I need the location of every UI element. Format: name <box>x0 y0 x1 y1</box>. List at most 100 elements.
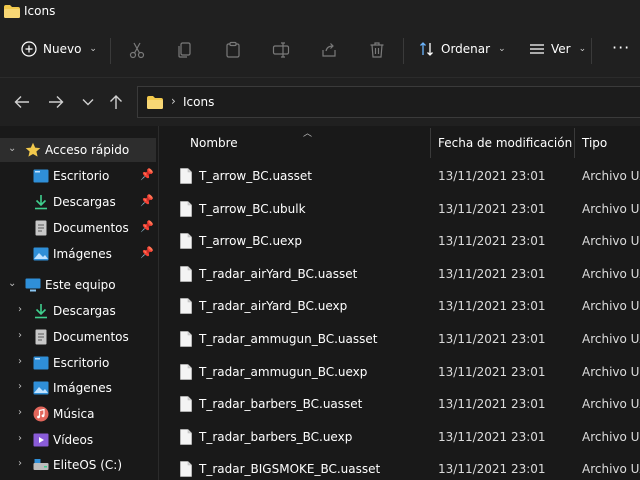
chevron-right-icon[interactable]: › <box>18 330 22 341</box>
rename-icon[interactable] <box>272 41 290 59</box>
sidebar-item-label: Imágenes <box>53 381 112 395</box>
file-row[interactable]: T_arrow_BC.uexp 13/11/2021 23:01 Archivo… <box>159 225 640 257</box>
file-icon <box>180 233 192 249</box>
file-name: T_radar_ammugun_BC.uexp <box>199 365 368 379</box>
back-arrow-icon[interactable] <box>14 95 30 109</box>
sidebar-item-quick-desktop[interactable]: Escritorio 📌 <box>0 164 156 188</box>
delete-icon[interactable] <box>368 41 386 59</box>
sidebar-item-pc-documents[interactable]: › Documentos <box>0 325 156 349</box>
sidebar-item-pc-drive-c[interactable]: › EliteOS (C:) <box>0 453 156 477</box>
chevron-down-icon[interactable]: ⌄ <box>8 143 16 154</box>
chevron-right-icon[interactable]: › <box>18 407 22 418</box>
pin-icon: 📌 <box>140 168 154 181</box>
sidebar-item-quick-downloads[interactable]: Descargas 📌 <box>0 190 156 214</box>
new-button[interactable]: Nuevo ⌄ <box>21 41 97 57</box>
file-row[interactable]: T_radar_BIGSMOKE_BC.uasset 13/11/2021 23… <box>159 453 640 480</box>
sidebar-item-pc-desktop[interactable]: › Escritorio <box>0 351 156 375</box>
sidebar-item-pc-pictures[interactable]: › Imágenes <box>0 376 156 400</box>
column-divider[interactable] <box>430 128 431 158</box>
sidebar-item-label: Documentos <box>53 330 129 344</box>
download-icon <box>35 304 47 319</box>
file-row[interactable]: T_radar_airYard_BC.uexp 13/11/2021 23:01… <box>159 290 640 322</box>
file-icon <box>180 461 192 477</box>
chevron-right-icon[interactable]: › <box>18 433 22 444</box>
sidebar-item-label: Descargas <box>53 304 116 318</box>
column-header-date[interactable]: Fecha de modificación <box>438 136 572 150</box>
forward-arrow-icon[interactable] <box>48 95 64 109</box>
view-label: Ver <box>551 42 571 56</box>
sidebar-item-pc-downloads[interactable]: › Descargas <box>0 299 156 323</box>
file-date-modified: 13/11/2021 23:01 <box>438 234 546 248</box>
sidebar-item-quick-access[interactable]: ⌄ Acceso rápido <box>0 138 156 162</box>
column-header-type[interactable]: Tipo <box>582 136 607 150</box>
file-date-modified: 13/11/2021 23:01 <box>438 462 546 476</box>
chevron-down-icon[interactable]: ⌄ <box>8 278 16 289</box>
breadcrumb-current[interactable]: Icons <box>183 95 214 109</box>
copy-icon[interactable] <box>176 41 194 59</box>
toolbar-divider <box>403 38 404 64</box>
sidebar-item-quick-pictures[interactable]: Imágenes 📌 <box>0 242 156 266</box>
paste-icon[interactable] <box>224 41 242 59</box>
chevron-right-icon[interactable]: › <box>18 356 22 367</box>
star-icon <box>25 142 41 157</box>
column-divider[interactable] <box>574 128 575 158</box>
sidebar-item-label: Descargas <box>53 195 116 209</box>
file-type: Archivo UA <box>582 462 640 476</box>
share-icon[interactable] <box>320 41 338 59</box>
chevron-right-icon[interactable]: › <box>18 381 22 392</box>
file-name: T_arrow_BC.uasset <box>199 169 312 183</box>
title-bar: Icons <box>0 0 640 24</box>
chevron-down-icon: ⌄ <box>89 44 97 54</box>
file-row[interactable]: T_radar_barbers_BC.uexp 13/11/2021 23:01… <box>159 421 640 453</box>
chevron-right-icon[interactable]: › <box>18 304 22 315</box>
file-date-modified: 13/11/2021 23:01 <box>438 267 546 281</box>
sidebar-item-this-pc[interactable]: ⌄ Este equipo <box>0 273 156 297</box>
file-type: Archivo UA <box>582 169 640 183</box>
file-icon <box>180 364 192 380</box>
sidebar-item-label: Imágenes <box>53 247 112 261</box>
file-row[interactable]: T_radar_airYard_BC.uasset 13/11/2021 23:… <box>159 258 640 290</box>
cut-icon[interactable] <box>128 41 146 59</box>
file-row[interactable]: T_radar_ammugun_BC.uexp 13/11/2021 23:01… <box>159 356 640 388</box>
sidebar-item-pc-videos[interactable]: › Vídeos <box>0 428 156 452</box>
view-button[interactable]: Ver ⌄ <box>529 41 586 57</box>
sidebar-item-quick-documents[interactable]: Documentos 📌 <box>0 216 156 240</box>
file-name: T_radar_barbers_BC.uasset <box>199 397 363 411</box>
toolbar-divider <box>110 38 111 64</box>
desktop-icon <box>33 356 49 370</box>
computer-icon <box>25 278 41 292</box>
sidebar-item-pc-music[interactable]: › Música <box>0 402 156 426</box>
file-row[interactable]: T_radar_barbers_BC.uasset 13/11/2021 23:… <box>159 388 640 420</box>
file-type: Archivo UE <box>582 365 640 379</box>
document-icon <box>35 220 47 236</box>
file-date-modified: 13/11/2021 23:01 <box>438 202 546 216</box>
file-row[interactable]: T_radar_ammugun_BC.uasset 13/11/2021 23:… <box>159 323 640 355</box>
address-bar[interactable]: › Icons <box>137 86 640 118</box>
file-date-modified: 13/11/2021 23:01 <box>438 169 546 183</box>
file-type: Archivo UE <box>582 430 640 444</box>
file-date-modified: 13/11/2021 23:01 <box>438 332 546 346</box>
file-icon <box>180 201 192 217</box>
column-header-name[interactable]: Nombre <box>190 136 238 150</box>
chevron-down-icon: ⌄ <box>498 44 506 54</box>
file-icon <box>180 168 192 184</box>
more-options-button[interactable]: ··· <box>612 38 630 57</box>
breadcrumb-separator-icon[interactable]: › <box>171 94 176 108</box>
sidebar-item-label: Música <box>53 407 95 421</box>
file-icon <box>180 298 192 314</box>
file-row[interactable]: T_arrow_BC.uasset 13/11/2021 23:01 Archi… <box>159 160 640 192</box>
file-type: Archivo UE <box>582 234 640 248</box>
folder-icon <box>147 96 163 109</box>
pictures-icon <box>33 381 49 395</box>
view-list-icon <box>530 44 544 54</box>
file-date-modified: 13/11/2021 23:01 <box>438 397 546 411</box>
navigation-pane: ⌄ Acceso rápido Escritorio 📌 Descargas 📌… <box>0 126 158 480</box>
file-type: Archivo UB <box>582 202 640 216</box>
chevron-right-icon[interactable]: › <box>18 458 22 469</box>
sort-ascending-icon: ︿ <box>303 129 313 139</box>
file-row[interactable]: T_arrow_BC.ubulk 13/11/2021 23:01 Archiv… <box>159 193 640 225</box>
sort-button[interactable]: Ordenar ⌄ <box>419 41 506 57</box>
recent-locations-chevron-icon[interactable] <box>82 98 94 106</box>
up-arrow-icon[interactable] <box>109 94 123 110</box>
folder-icon <box>4 5 20 18</box>
